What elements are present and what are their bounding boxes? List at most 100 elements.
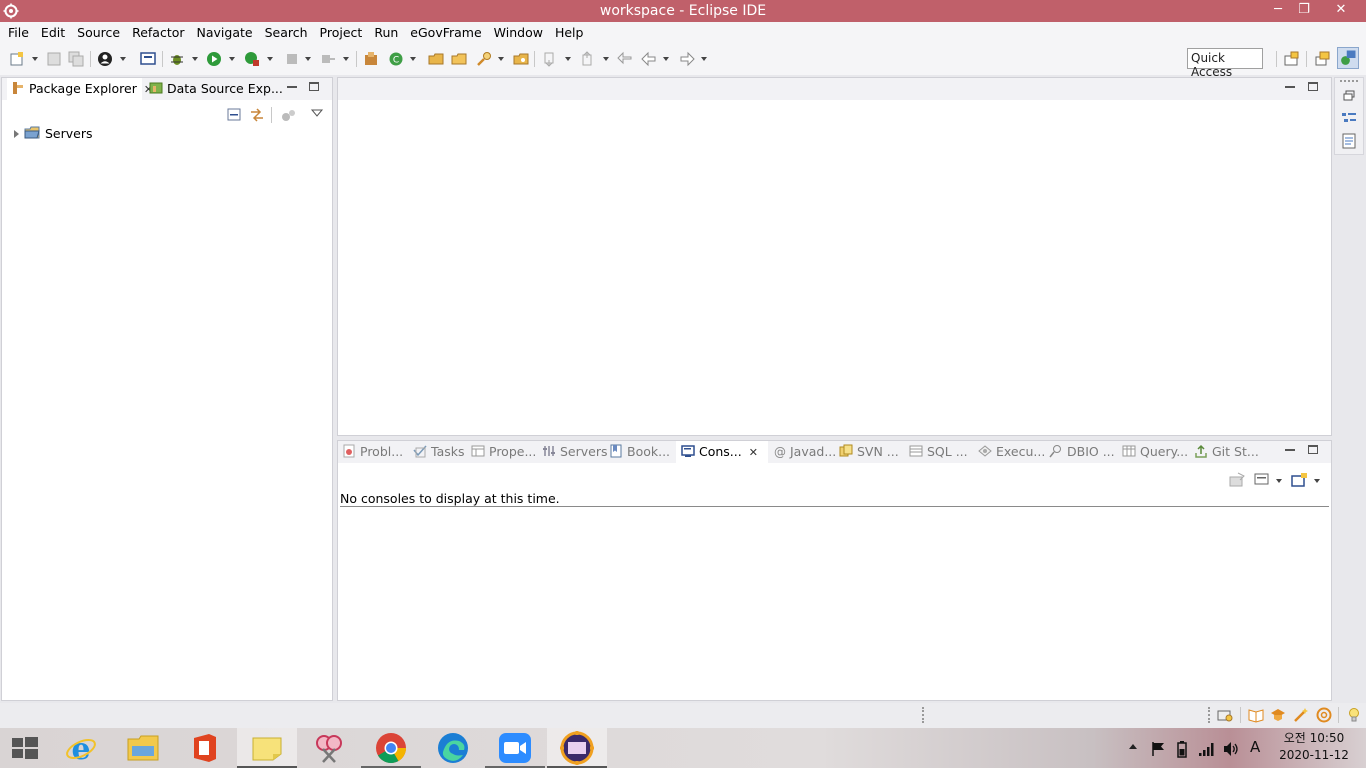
minimize-editor-button[interactable] [1283,80,1297,94]
menu-window[interactable]: Window [488,22,549,43]
tab-query-result[interactable]: Query... [1122,441,1188,463]
debug-dropdown-arrow[interactable] [192,57,198,61]
tree-item-servers[interactable]: Servers [14,126,93,144]
open-task-icon[interactable] [451,51,467,67]
collapse-all-icon[interactable] [227,107,242,122]
start-button[interactable] [0,728,50,768]
menu-egovframe[interactable]: eGovFrame [404,22,487,43]
task-list-icon[interactable] [1341,133,1357,149]
input-method-indicator[interactable]: A [1250,738,1260,756]
menu-file[interactable]: File [2,22,35,43]
deploy-dropdown-arrow[interactable] [343,57,349,61]
link-with-editor-icon[interactable] [249,107,265,123]
tab-execution-plan[interactable]: Execu... [978,441,1045,463]
previous-annotation-icon[interactable] [580,51,596,67]
run-external-icon[interactable] [244,51,260,67]
search-dropdown-arrow[interactable] [498,57,504,61]
stop-icon[interactable] [284,51,300,67]
debug-icon[interactable] [169,51,185,67]
show-hidden-icons-button[interactable] [1126,728,1140,768]
network-signal-icon[interactable] [1198,741,1216,757]
taskbar-office[interactable] [175,728,235,768]
volume-icon[interactable] [1222,740,1240,758]
new-java-class-icon[interactable]: C [388,51,404,67]
account-dropdown-arrow[interactable] [120,57,126,61]
status-bar-drag-handle[interactable] [922,707,924,723]
new-class-dropdown-arrow[interactable] [410,57,416,61]
save-icon[interactable] [46,51,62,67]
focus-on-active-task-icon[interactable] [281,107,297,123]
previous-annotation-dropdown-arrow[interactable] [603,57,609,61]
menu-help[interactable]: Help [549,22,590,43]
last-edit-location-icon[interactable] [617,51,633,67]
menu-navigate[interactable]: Navigate [191,22,259,43]
minimize-view-button[interactable] [285,80,299,94]
minimize-view-button[interactable] [1283,443,1297,457]
maximize-view-button[interactable] [1306,443,1320,457]
tab-properties[interactable]: Prope... [471,441,536,463]
taskbar-zoom[interactable] [485,728,545,768]
tip-of-the-day-icon[interactable] [1346,707,1362,723]
tab-tasks[interactable]: Tasks [413,441,465,463]
menu-run[interactable]: Run [368,22,404,43]
new-icon[interactable] [9,51,25,67]
tab-javadoc[interactable]: @ Javad... [774,441,836,463]
new-dropdown-arrow[interactable] [32,57,38,61]
forward-icon[interactable] [679,51,695,67]
menu-source[interactable]: Source [71,22,126,43]
close-button[interactable]: ✕ [1326,0,1356,22]
tab-dbio[interactable]: DBIO ... [1049,441,1115,463]
help-lifebuoy-icon[interactable] [1316,707,1332,723]
quick-access-input[interactable]: Quick Access [1187,48,1263,79]
restore-icon[interactable] [1342,90,1356,102]
tab-console[interactable]: Cons... ✕ [676,441,768,463]
tab-sql[interactable]: SQL ... [909,441,968,463]
maximize-view-button[interactable] [307,80,321,94]
account-icon[interactable] [97,51,113,67]
restore-button[interactable]: ❐ [1290,0,1318,22]
trim-drag-handle[interactable] [1340,80,1358,82]
tab-svn[interactable]: SVN ... [839,441,899,463]
graduation-cap-icon[interactable] [1270,707,1286,723]
pin-console-icon[interactable] [1229,472,1245,488]
menu-project[interactable]: Project [314,22,369,43]
taskbar-eclipse[interactable] [547,728,607,768]
run-external-dropdown-arrow[interactable] [267,57,273,61]
open-console-dropdown-arrow[interactable] [1314,479,1320,483]
taskbar-snipping-tool[interactable] [299,728,359,768]
maximize-editor-button[interactable] [1306,80,1320,94]
outline-icon[interactable] [1341,111,1357,127]
search-icon[interactable] [476,51,492,67]
stop-dropdown-arrow[interactable] [305,57,311,61]
save-all-icon[interactable] [68,51,84,67]
deploy-icon[interactable] [320,51,336,67]
taskbar-clock[interactable]: 오전 10:50 2020-11-12 [1274,730,1354,764]
next-annotation-icon[interactable] [542,51,558,67]
taskbar-file-explorer[interactable] [113,728,173,768]
taskbar-edge[interactable] [423,728,483,768]
minimize-button[interactable]: ─ [1264,0,1292,22]
back-icon[interactable] [641,51,657,67]
open-perspective-folder-icon[interactable] [513,51,529,67]
battery-icon[interactable] [1174,740,1190,758]
menu-edit[interactable]: Edit [35,22,71,43]
forward-dropdown-arrow[interactable] [701,57,707,61]
view-menu-icon[interactable] [310,107,324,119]
close-tab-icon[interactable]: ✕ [749,446,758,459]
taskbar-sticky-notes[interactable] [237,728,297,768]
menu-search[interactable]: Search [259,22,314,43]
tab-bookmarks[interactable]: Book... [609,441,670,463]
display-console-dropdown-arrow[interactable] [1276,479,1282,483]
taskbar-internet-explorer[interactable]: e [51,728,111,768]
menu-refactor[interactable]: Refactor [126,22,190,43]
jee-perspective-icon[interactable] [1314,51,1330,67]
tab-package-explorer[interactable]: Package Explorer ✕ [7,78,153,100]
new-java-package-icon[interactable] [363,51,379,67]
taskbar-chrome[interactable] [361,728,421,768]
editor-area[interactable] [337,77,1332,436]
action-center-flag-icon[interactable] [1150,741,1166,757]
run-icon[interactable] [206,51,222,67]
tab-git-staging[interactable]: Git St... [1194,441,1259,463]
tab-problems[interactable]: Probl... [342,441,403,463]
open-book-icon[interactable] [1248,707,1264,723]
